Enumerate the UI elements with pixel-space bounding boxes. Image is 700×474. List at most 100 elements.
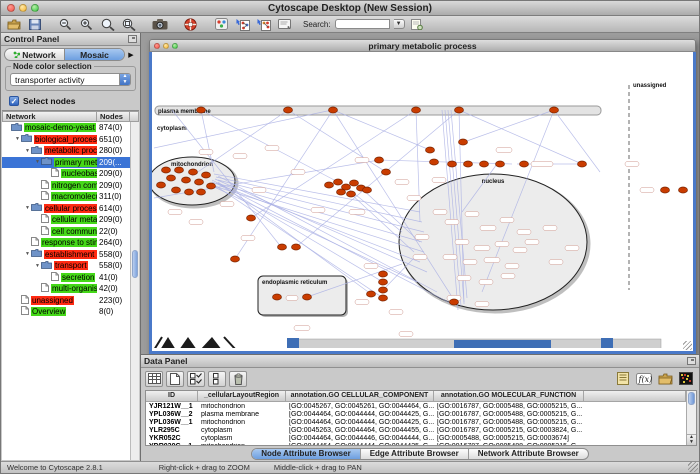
network-node[interactable]: [455, 107, 464, 113]
network-node[interactable]: [480, 161, 489, 167]
network-node[interactable]: [578, 161, 587, 167]
network-node[interactable]: [185, 189, 194, 195]
delete-attribute-trash-icon[interactable]: [229, 371, 247, 387]
table-row[interactable]: YPL036W__2plasma membrane[GO:0044464, GO…: [146, 410, 686, 418]
network-node-label-pill[interactable]: [399, 332, 413, 337]
network-node[interactable]: [679, 187, 688, 193]
network-node-label-pill[interactable]: [549, 260, 563, 265]
disclosure-triangle-icon[interactable]: ▼: [24, 148, 31, 154]
network-window-titlebar[interactable]: primary metabolic process: [149, 39, 696, 52]
tab-mosaic[interactable]: Mosaic: [64, 49, 124, 60]
network-node[interactable]: [202, 172, 211, 178]
search-config-icon[interactable]: [409, 17, 426, 31]
network-node[interactable]: [167, 175, 176, 181]
network-node[interactable]: [448, 161, 457, 167]
network-node[interactable]: [278, 244, 287, 250]
disclosure-triangle-icon[interactable]: ▼: [34, 159, 41, 165]
network-node-label-pill[interactable]: [475, 302, 489, 307]
tree-row-secretion[interactable]: secretion41(0): [2, 272, 130, 284]
network-node-label-pill[interactable]: [505, 264, 519, 269]
network-node-label-pill[interactable]: [265, 146, 279, 151]
network-node[interactable]: [197, 107, 206, 113]
network-node-label-pill[interactable]: [294, 326, 310, 331]
network-node-label-pill[interactable]: [496, 148, 512, 153]
network-node-label-pill[interactable]: [480, 226, 496, 231]
import-table-icon[interactable]: [255, 17, 272, 31]
network-node[interactable]: [325, 182, 334, 188]
table-header-cell[interactable]: ID: [146, 391, 198, 402]
tree-row-unassigned[interactable]: unassigned223(0): [2, 295, 130, 307]
tree-row-transport[interactable]: ▼transport558(0): [2, 260, 130, 272]
network-node-label-pill[interactable]: [531, 162, 553, 167]
network-node[interactable]: [334, 179, 343, 185]
network-node[interactable]: [247, 215, 256, 221]
network-node-label-pill[interactable]: [233, 154, 247, 159]
network-node[interactable]: [382, 169, 391, 175]
table-scrollbar[interactable]: ▲▼: [686, 391, 696, 445]
network-node[interactable]: [347, 191, 356, 197]
disclosure-triangle-icon[interactable]: ▼: [24, 251, 31, 257]
tree-row-establishment-of-lo[interactable]: ▼establishment of lo558(0): [2, 249, 130, 261]
network-node-label-pill[interactable]: [389, 310, 403, 315]
network-node-label-pill[interactable]: [291, 170, 305, 175]
tree-row-overview[interactable]: Overview8(0): [2, 306, 130, 318]
network-node-label-pill[interactable]: [565, 246, 579, 251]
network-node-label-pill[interactable]: [457, 276, 471, 281]
table-row[interactable]: YKR052Ccytoplasm[GO:0044464, GO:0044446,…: [146, 434, 686, 442]
network-node-label-pill[interactable]: [513, 248, 527, 253]
tab-network-attribute-browser[interactable]: Network Attribute Browser: [468, 449, 588, 459]
network-node-label-pill[interactable]: [484, 258, 500, 263]
tree-row-nucleobase-[interactable]: nucleobase-209(0): [2, 168, 130, 180]
table-row[interactable]: YJR121W__1mitochondrion[GO:0045267, GO:0…: [146, 402, 686, 410]
heatmap-matrix-icon[interactable]: [677, 371, 695, 387]
network-node[interactable]: [303, 294, 312, 300]
network-node-label-pill[interactable]: [455, 240, 469, 245]
tab-overflow-button[interactable]: ▶: [125, 51, 137, 59]
network-node-label-pill[interactable]: [364, 264, 378, 269]
unselect-attributes-icon[interactable]: [208, 371, 226, 387]
formula-builder-icon[interactable]: f(x): [635, 371, 653, 387]
annotation-icon[interactable]: [276, 17, 293, 31]
network-node[interactable]: [273, 294, 282, 300]
network-node[interactable]: [379, 271, 388, 277]
tree-scrollbar[interactable]: [130, 122, 139, 460]
tree-row-response-to-stimulu[interactable]: response to stimulu264(0): [2, 237, 130, 249]
network-node[interactable]: [661, 187, 670, 193]
tab-edge-attribute-browser[interactable]: Edge Attribute Browser: [360, 449, 468, 459]
network-node-label-pill[interactable]: [199, 150, 213, 155]
table-row[interactable]: YDR039C__1mitochondrion[GO:0044464, GO:0…: [146, 442, 686, 445]
disclosure-triangle-icon[interactable]: ▼: [34, 263, 41, 269]
select-attributes-icon[interactable]: [187, 371, 205, 387]
network-node[interactable]: [329, 107, 338, 113]
attribute-table-icon[interactable]: [145, 371, 163, 387]
network-node[interactable]: [284, 107, 293, 113]
network-node[interactable]: [375, 157, 384, 163]
tree-row-cell-communicat[interactable]: cell communicat22(0): [2, 226, 130, 238]
zoom-in-icon[interactable]: [78, 17, 95, 31]
tree-row-biological-process[interactable]: ▼biological_process651(0): [2, 134, 130, 146]
network-node-label-pill[interactable]: [355, 158, 369, 163]
network-node[interactable]: [350, 180, 359, 186]
tab-network[interactable]: Network: [5, 49, 64, 60]
import-attributes-folder-icon[interactable]: [656, 371, 674, 387]
network-node-label-pill[interactable]: [286, 296, 298, 301]
network-node[interactable]: [157, 182, 166, 188]
network-node[interactable]: [292, 244, 301, 250]
vizmapper-icon[interactable]: [213, 17, 230, 31]
network-node-label-pill[interactable]: [355, 300, 369, 305]
tree-column-nodes[interactable]: Nodes: [97, 111, 130, 122]
zoom-out-icon[interactable]: [57, 17, 74, 31]
network-node-label-pill[interactable]: [395, 180, 409, 185]
network-node-label-pill[interactable]: [349, 210, 365, 215]
search-dropdown-button[interactable]: ▼: [394, 19, 405, 29]
network-node-label-pill[interactable]: [415, 235, 429, 240]
network-node-label-pill[interactable]: [407, 196, 421, 201]
network-node-label-pill[interactable]: [443, 255, 457, 260]
network-node[interactable]: [182, 177, 191, 183]
app-resize-grip[interactable]: [688, 462, 698, 472]
network-node[interactable]: [496, 161, 505, 167]
network-node[interactable]: [195, 179, 204, 185]
network-node-label-pill[interactable]: [252, 188, 266, 193]
network-node-label-pill[interactable]: [432, 178, 446, 183]
tree-row-cellular-process[interactable]: ▼cellular process614(0): [2, 203, 130, 215]
